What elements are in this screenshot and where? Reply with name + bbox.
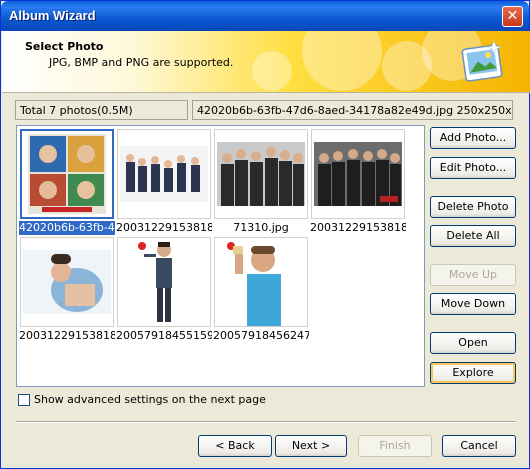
advanced-settings-label[interactable]: Show advanced settings on the next page xyxy=(34,393,266,406)
open-button[interactable]: Open xyxy=(430,332,516,354)
total-photos-field: Total 7 photos(0.5M) xyxy=(15,100,188,120)
move-up-button[interactable]: Move Up xyxy=(430,264,516,286)
cancel-button[interactable]: Cancel xyxy=(442,435,516,457)
photo-thumbnail[interactable] xyxy=(117,237,211,327)
decor-bubble xyxy=(302,31,382,91)
title-bar[interactable]: Album Wizard ✕ xyxy=(1,1,529,31)
next-button[interactable]: Next > xyxy=(275,435,347,457)
photo-label: 20057918455159... xyxy=(116,329,212,342)
add-photo-button[interactable]: Add Photo... xyxy=(430,127,516,149)
photo-thumbnail[interactable] xyxy=(117,129,211,219)
photo-label: 20031229153818(... xyxy=(310,221,406,234)
decor-bubble xyxy=(252,51,292,91)
selected-photo-info: 42020b6b-63fb-47d6-8aed-34178a82e49d.jpg… xyxy=(192,100,513,120)
footer-separator xyxy=(16,421,516,423)
finish-button[interactable]: Finish xyxy=(358,435,432,457)
wizard-header: Select Photo JPG, BMP and PNG are suppor… xyxy=(2,31,530,93)
photo-label: 42020b6b-63fb-47... xyxy=(19,221,115,235)
photo-label: 20057918456247... xyxy=(213,329,309,342)
photo-gallery[interactable]: 42020b6b-63fb-47... 20031229153818(... xyxy=(16,125,425,387)
back-button[interactable]: < Back xyxy=(198,435,272,457)
photo-image xyxy=(28,134,106,214)
step-subtitle: JPG, BMP and PNG are supported. xyxy=(49,56,234,69)
photo-thumbnail[interactable] xyxy=(20,237,114,327)
step-title: Select Photo xyxy=(25,40,104,53)
photo-label: 20031229153818(... xyxy=(116,221,212,234)
photo-thumbnail[interactable] xyxy=(20,129,114,219)
photo-image xyxy=(314,142,402,206)
delete-all-button[interactable]: Delete All xyxy=(430,225,516,247)
photo-thumbnail[interactable] xyxy=(214,129,308,219)
album-wizard-window: Album Wizard ✕ Select Photo JPG, BMP and… xyxy=(0,0,530,469)
close-button[interactable]: ✕ xyxy=(502,6,523,27)
explore-button[interactable]: Explore xyxy=(430,362,516,384)
photo-label: 20031229153818(... xyxy=(19,329,115,342)
advanced-settings-checkbox[interactable] xyxy=(18,394,30,406)
photo-label: 71310.jpg xyxy=(233,221,289,234)
edit-photo-button[interactable]: Edit Photo... xyxy=(430,157,516,179)
photo-image xyxy=(120,146,208,202)
delete-photo-button[interactable]: Delete Photo xyxy=(430,196,516,218)
move-down-button[interactable]: Move Down xyxy=(430,293,516,315)
photo-image xyxy=(134,238,194,326)
photo-thumbnail[interactable] xyxy=(214,237,308,327)
photo-image xyxy=(23,250,111,314)
photo-thumbnail[interactable] xyxy=(311,129,405,219)
photo-image xyxy=(217,142,305,206)
photo-album-icon xyxy=(461,40,503,82)
photo-image xyxy=(223,238,299,326)
window-title: Album Wizard xyxy=(9,8,96,23)
